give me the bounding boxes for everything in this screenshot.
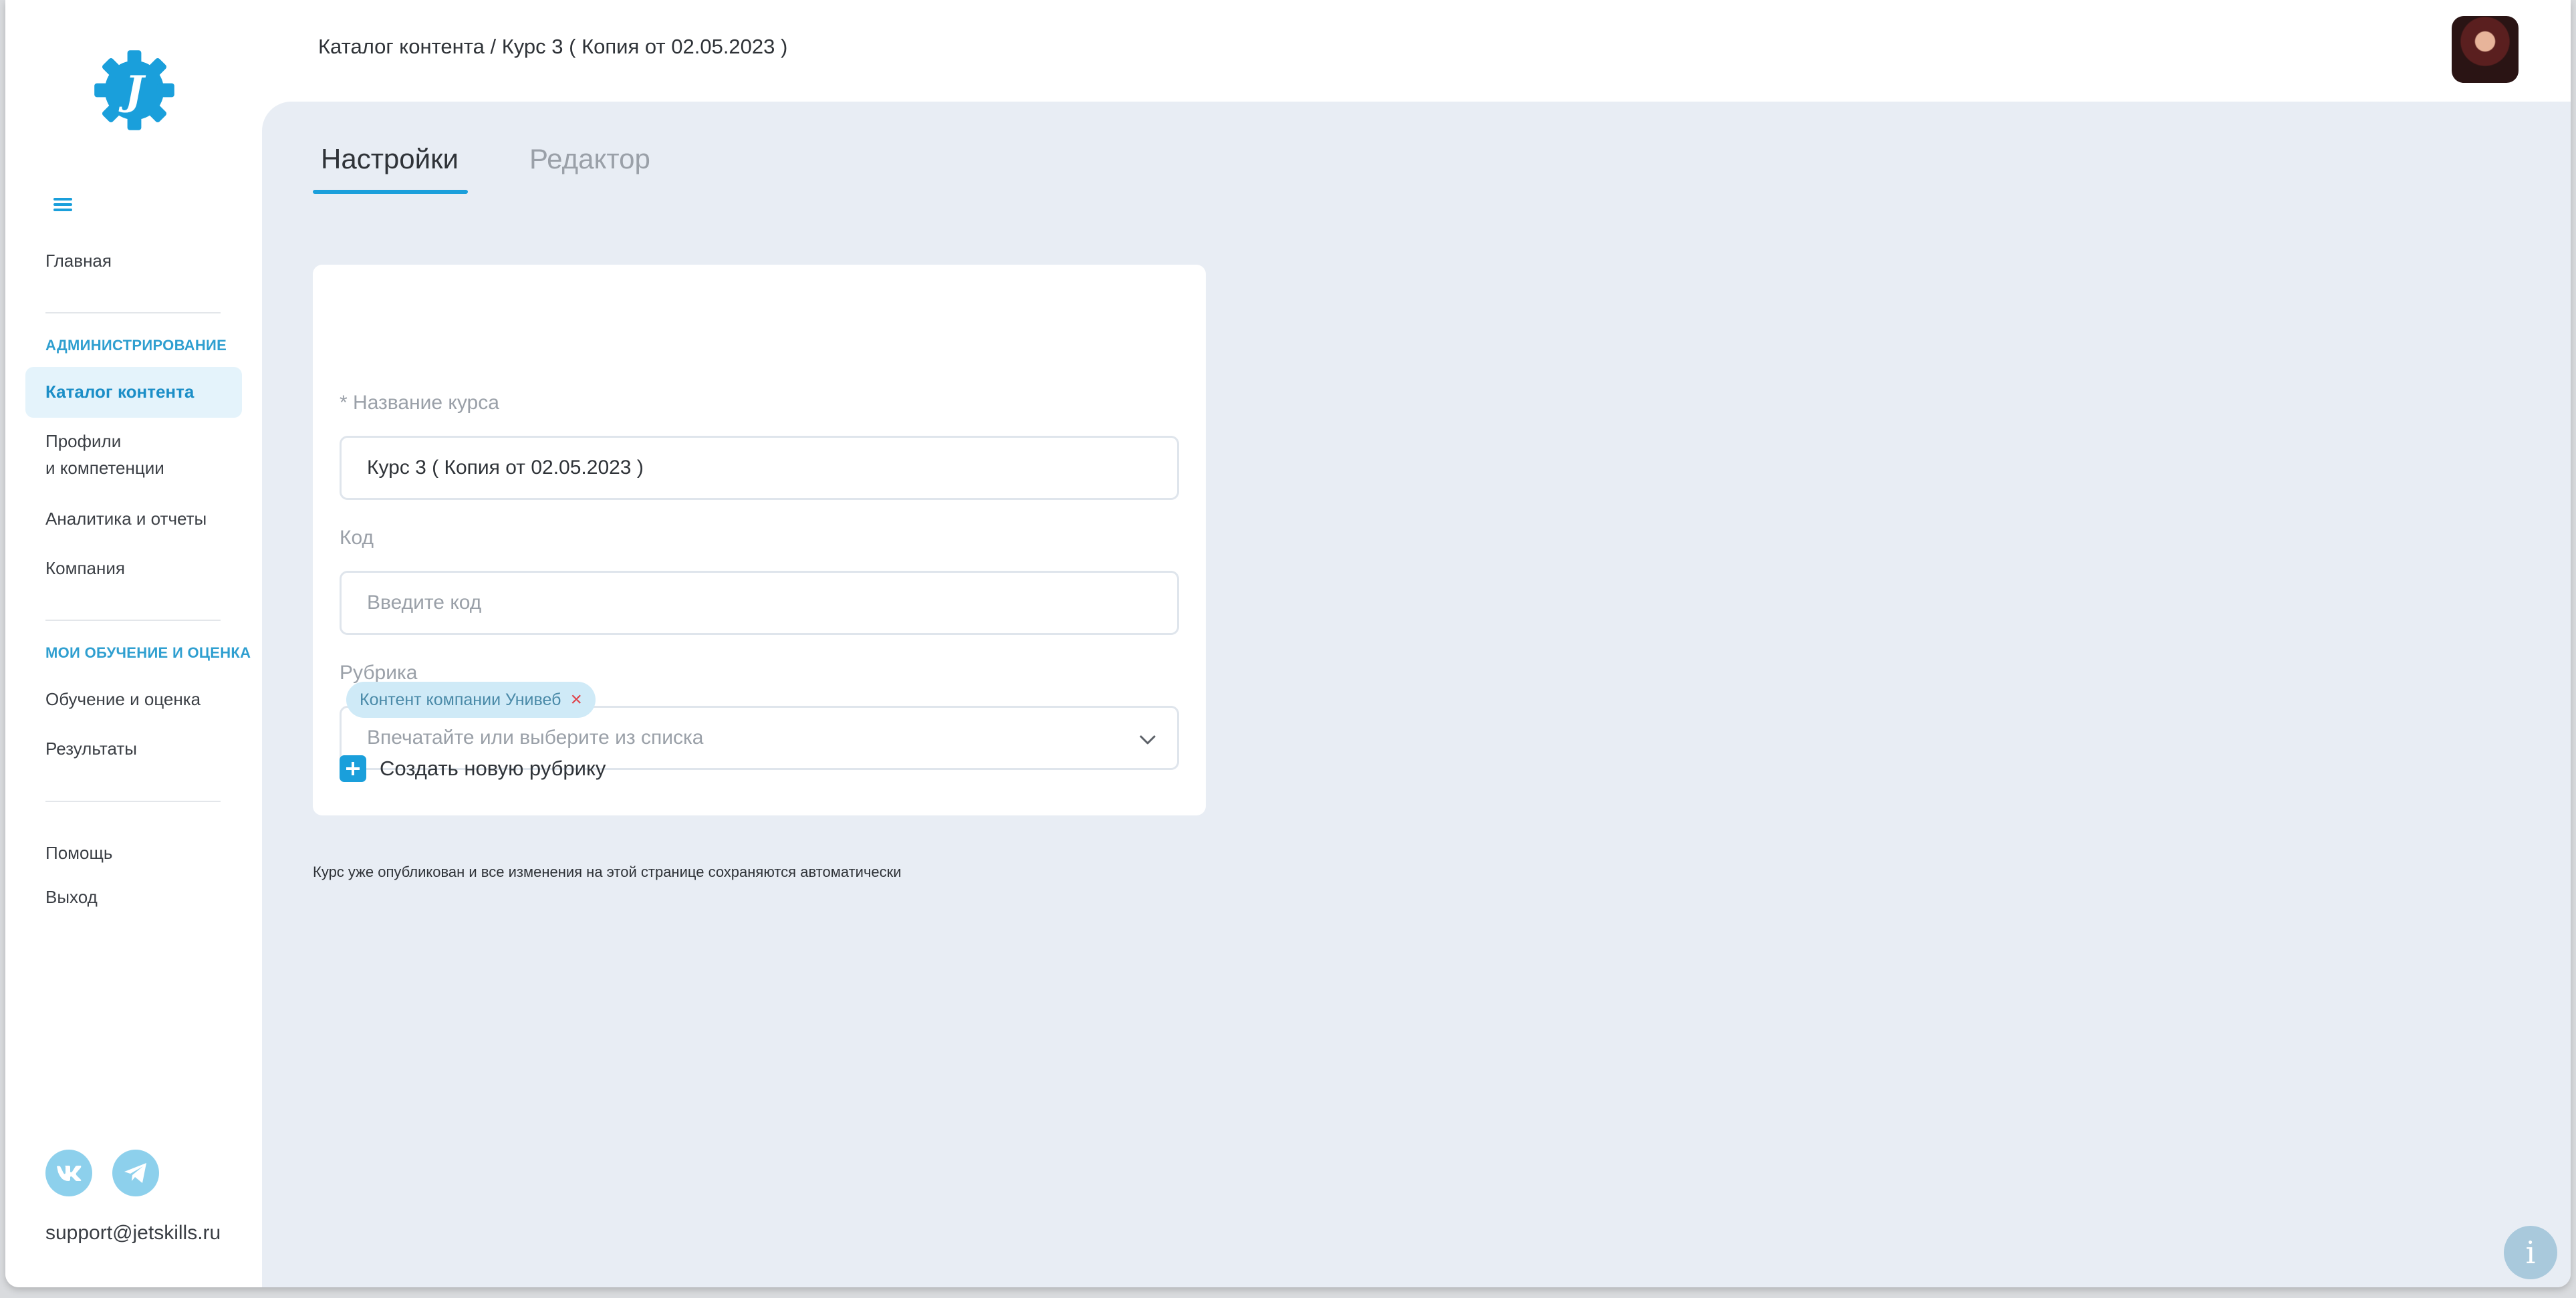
hamburger-menu-icon[interactable]	[52, 194, 74, 215]
sidebar-item-home[interactable]: Главная	[45, 247, 112, 274]
sidebar-item-logout[interactable]: Выход	[45, 884, 98, 910]
breadcrumb[interactable]: Каталог контента / Курс 3 ( Копия от 02.…	[318, 35, 787, 59]
tab-settings[interactable]: Настройки	[321, 143, 459, 175]
active-tab-indicator	[313, 190, 468, 194]
sidebar-item-catalog[interactable]: Каталог контента	[45, 378, 194, 405]
top-header: Каталог контента / Курс 3 ( Копия от 02.…	[262, 0, 2571, 102]
user-avatar[interactable]	[2452, 16, 2519, 83]
sidebar-divider	[45, 312, 221, 313]
info-icon[interactable]: i	[2504, 1226, 2557, 1279]
course-settings-card: * Название курса Код Рубрика Впечатайте …	[313, 265, 1206, 815]
sidebar-item-profiles[interactable]: Профили и компетенции	[45, 428, 164, 481]
tab-editor[interactable]: Редактор	[529, 143, 650, 175]
rubric-placeholder: Впечатайте или выберите из списка	[367, 727, 704, 749]
sidebar-divider	[45, 620, 221, 621]
sidebar-item-profiles-line1: Профили	[45, 431, 122, 451]
chevron-down-icon	[1140, 735, 1156, 745]
code-label: Код	[340, 527, 374, 549]
sidebar-item-profiles-line2: и компетенции	[45, 458, 164, 478]
create-rubric-label: Создать новую рубрику	[380, 757, 606, 780]
course-name-input[interactable]	[340, 436, 1179, 500]
rubric-label: Рубрика	[340, 662, 418, 684]
sidebar: J Главная АДМИНИСТРИРОВАНИЕ Каталог конт…	[5, 0, 262, 1287]
telegram-icon[interactable]	[112, 1150, 159, 1196]
course-name-label: * Название курса	[340, 392, 499, 414]
remove-chip-icon[interactable]: ×	[570, 690, 582, 710]
course-name-label-text: Название курса	[353, 392, 499, 414]
create-rubric-button[interactable]: Создать новую рубрику	[340, 755, 606, 782]
vk-icon[interactable]	[45, 1150, 92, 1196]
sidebar-item-analytics[interactable]: Аналитика и отчеты	[45, 505, 207, 532]
rubric-chip: Контент компании Унивеб ×	[346, 682, 596, 718]
jetskills-logo[interactable]: J	[91, 47, 178, 134]
support-email[interactable]: support@jetskills.ru	[45, 1222, 221, 1245]
rubric-chip-label: Контент компании Унивеб	[360, 690, 561, 709]
autosave-note: Курс уже опубликован и все изменения на …	[313, 864, 902, 880]
sidebar-item-learning[interactable]: Обучение и оценка	[45, 686, 201, 712]
main-content: Настройки Редактор * Название курса Код …	[262, 102, 2571, 1287]
code-input[interactable]	[340, 571, 1179, 635]
sidebar-item-help[interactable]: Помощь	[45, 839, 112, 866]
app-window: J Главная АДМИНИСТРИРОВАНИЕ Каталог конт…	[5, 0, 2571, 1287]
required-marker: *	[340, 392, 348, 414]
sidebar-section-admin: АДМИНИСТРИРОВАНИЕ	[45, 337, 227, 354]
sidebar-item-results[interactable]: Результаты	[45, 735, 137, 762]
sidebar-section-my-learning: МОИ ОБУЧЕНИЕ И ОЦЕНКА	[45, 644, 251, 661]
sidebar-item-company[interactable]: Компания	[45, 555, 125, 581]
plus-icon	[340, 755, 366, 782]
sidebar-divider	[45, 801, 221, 802]
